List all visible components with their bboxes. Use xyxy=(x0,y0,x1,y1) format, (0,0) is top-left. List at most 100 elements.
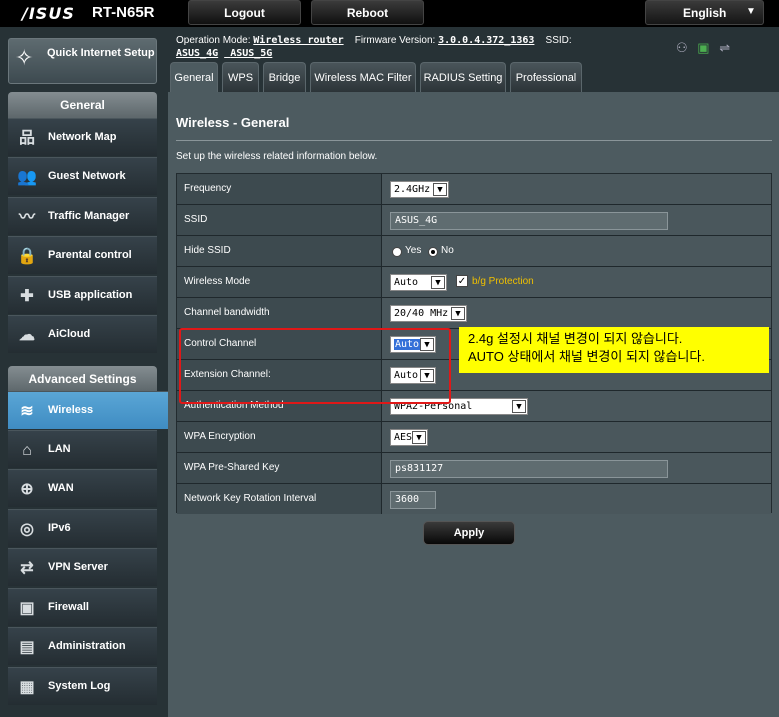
row-channel-bandwidth: Channel bandwidth 20/40 MHz ▼ xyxy=(177,298,771,329)
frequency-value: 2.4GHz xyxy=(394,184,431,195)
row-psk: WPA Pre-Shared Key ps831127 xyxy=(177,453,771,484)
sidebar-item-administration[interactable]: ▤ Administration xyxy=(8,627,157,665)
quick-internet-setup-button[interactable]: ✧ Quick Internet Setup xyxy=(8,38,157,84)
annotation-note: 2.4g 설정시 채널 변경이 되지 않습니다. AUTO 상태에서 채널 변경… xyxy=(459,327,769,373)
general-section-title: General xyxy=(8,92,157,118)
usb-icon: ✚ xyxy=(20,288,34,305)
sidebar-item-label: Guest Network xyxy=(48,170,126,182)
ssid-link-2[interactable]: ASUS_5G xyxy=(230,48,272,59)
sidebar-item-label: IPv6 xyxy=(48,522,71,534)
sidebar-item-label: Wireless xyxy=(48,404,94,416)
chevron-down-icon: ▼ xyxy=(433,183,447,196)
key-rotation-label: Network Key Rotation Interval xyxy=(177,484,382,514)
sidebar-item-label: LAN xyxy=(48,443,71,455)
admin-icon: ▤ xyxy=(19,639,35,656)
wpa-encryption-value: AES xyxy=(394,432,413,443)
channel-bandwidth-select[interactable]: 20/40 MHz ▼ xyxy=(390,305,467,322)
logout-button[interactable]: Logout xyxy=(188,0,301,25)
hide-ssid-no-radio[interactable] xyxy=(428,247,438,257)
ssid-input[interactable]: ASUS_4G xyxy=(390,212,668,230)
bandwidth-value: 20/40 MHz xyxy=(394,308,449,319)
sidebar-item-label: System Log xyxy=(48,680,111,692)
frequency-label: Frequency xyxy=(177,174,382,204)
tab-wps[interactable]: WPS xyxy=(222,62,259,92)
sidebar-item-label: WAN xyxy=(48,482,74,494)
key-rotation-input[interactable]: 3600 xyxy=(390,491,436,509)
reboot-button[interactable]: Reboot xyxy=(311,0,424,25)
sidebar-item-lan[interactable]: ⌂ LAN xyxy=(8,430,157,468)
apply-button[interactable]: Apply xyxy=(423,521,515,545)
clients-icon[interactable]: ⚇ xyxy=(676,40,688,55)
language-label: English xyxy=(683,6,727,20)
sidebar-item-label: Traffic Manager xyxy=(48,210,130,222)
sidebar-item-label: Administration xyxy=(48,640,126,652)
tab-radius-setting[interactable]: RADIUS Setting xyxy=(420,62,506,92)
asus-logo: /ISUS xyxy=(22,4,75,23)
row-wpa-encryption: WPA Encryption AES ▼ xyxy=(177,422,771,453)
sidebar-item-wireless[interactable]: ≋ Wireless xyxy=(8,391,168,429)
sidebar-item-aicloud[interactable]: ☁ AiCloud xyxy=(8,315,157,353)
page-title: Wireless - General xyxy=(176,115,290,130)
yes-label: Yes xyxy=(405,245,422,256)
divider xyxy=(176,140,772,141)
language-select[interactable]: English ▼ xyxy=(645,0,764,25)
ssid-label: SSID xyxy=(177,205,382,235)
wireless-icon: ≋ xyxy=(20,403,34,420)
psk-input[interactable]: ps831127 xyxy=(390,460,668,478)
sidebar-item-usb-application[interactable]: ✚ USB application xyxy=(8,276,157,314)
page-description: Set up the wireless related information … xyxy=(176,151,378,162)
row-wireless-mode: Wireless Mode Auto ▼ ✓ b/g Protection xyxy=(177,267,771,298)
sidebar-item-label: VPN Server xyxy=(48,561,108,573)
tab-wireless-mac-filter[interactable]: Wireless MAC Filter xyxy=(310,62,416,92)
fw-label: Firmware Version: xyxy=(354,35,436,46)
usb-status-icon[interactable]: ⇌ xyxy=(719,40,730,55)
ssid-link-1[interactable]: ASUS_4G xyxy=(176,48,218,59)
no-label: No xyxy=(441,245,454,256)
frequency-select[interactable]: 2.4GHz ▼ xyxy=(390,181,449,198)
wireless-mode-select[interactable]: Auto ▼ xyxy=(390,274,447,291)
sidebar-item-label: Firewall xyxy=(48,601,89,613)
sidebar-item-ipv6[interactable]: ◎ IPv6 xyxy=(8,509,157,547)
sidebar-item-parental-control[interactable]: 🔒 Parental control xyxy=(8,236,157,274)
annotation-line-2: AUTO 상태에서 채널 변경이 되지 않습니다. xyxy=(468,349,705,364)
parental-control-icon: 🔒 xyxy=(17,248,37,265)
tab-bridge[interactable]: Bridge xyxy=(263,62,306,92)
op-mode-label: Operation Mode: xyxy=(176,35,251,46)
traffic-manager-icon: 〰 xyxy=(18,209,35,226)
sidebar-item-vpn-server[interactable]: ⇄ VPN Server xyxy=(8,548,157,586)
ipv6-icon: ◎ xyxy=(20,521,34,538)
row-frequency: Frequency 2.4GHz ▼ xyxy=(177,174,771,205)
sidebar-item-network-map[interactable]: 品 Network Map xyxy=(8,118,157,156)
internet-status-icon[interactable]: ▣ xyxy=(697,40,709,55)
bg-protection-checkbox[interactable]: ✓ xyxy=(456,275,468,287)
vpn-icon: ⇄ xyxy=(20,560,34,577)
sidebar-item-firewall[interactable]: ▣ Firewall xyxy=(8,588,157,626)
sidebar-item-system-log[interactable]: ▦ System Log xyxy=(8,667,157,705)
wpa-encryption-select[interactable]: AES ▼ xyxy=(390,429,428,446)
hide-ssid-yes-radio[interactable] xyxy=(392,247,402,257)
sidebar-item-guest-network[interactable]: 👥 Guest Network xyxy=(8,157,157,195)
highlight-box xyxy=(179,328,451,404)
model-name: RT-N65R xyxy=(92,4,155,21)
chevron-down-icon: ▼ xyxy=(431,276,445,289)
ssid-label: SSID: xyxy=(545,35,572,46)
sidebar-item-traffic-manager[interactable]: 〰 Traffic Manager xyxy=(8,197,157,235)
tab-general[interactable]: General xyxy=(170,62,218,92)
tab-professional[interactable]: Professional xyxy=(510,62,582,92)
row-key-rotation: Network Key Rotation Interval 3600 xyxy=(177,484,771,515)
quick-setup-label: Quick Internet Setup xyxy=(47,47,155,59)
top-bar: /ISUS RT-N65R Logout Reboot English ▼ xyxy=(0,0,779,27)
sidebar-item-wan[interactable]: ⊕ WAN xyxy=(8,469,157,507)
chevron-down-icon: ▼ xyxy=(512,400,526,413)
sidebar-item-label: Network Map xyxy=(48,131,117,143)
row-hide-ssid: Hide SSID Yes No xyxy=(177,236,771,267)
wireless-mode-label: Wireless Mode xyxy=(177,267,382,297)
chevron-down-icon: ▼ xyxy=(412,431,426,444)
op-mode-link[interactable]: Wireless router xyxy=(253,35,343,46)
fw-link[interactable]: 3.0.0.4.372_1363 xyxy=(438,35,534,46)
magic-wand-icon: ✧ xyxy=(15,45,34,70)
annotation-line-1: 2.4g 설정시 채널 변경이 되지 않습니다. xyxy=(468,331,683,346)
sidebar-item-label: AiCloud xyxy=(48,328,91,340)
bg-protection-label: b/g Protection xyxy=(472,276,534,287)
wireless-mode-value: Auto xyxy=(394,277,419,288)
